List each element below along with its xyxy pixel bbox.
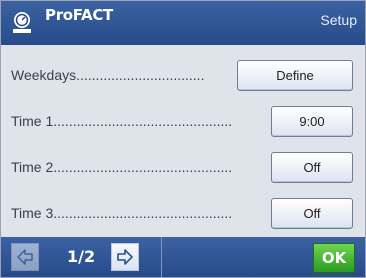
time2-button[interactable]: Off: [271, 152, 353, 183]
time3-button[interactable]: Off: [271, 198, 353, 229]
arrow-left-icon: [17, 249, 33, 265]
arrow-right-icon: [117, 249, 133, 265]
header-bar: ProFACT Setup: [1, 1, 365, 45]
footer-divider: [161, 237, 162, 277]
next-page-button[interactable]: [111, 243, 139, 271]
scale-icon: [13, 12, 31, 33]
time1-row: Time 1..................................…: [1, 99, 365, 145]
page-indicator: 1/2: [67, 247, 96, 266]
time3-label: Time 3..................................…: [11, 205, 231, 221]
footer-bar: 1/2 OK: [1, 237, 365, 277]
setup-screen: ProFACT Setup Weekdays..................…: [0, 0, 366, 278]
weekdays-row: Weekdays................................…: [1, 53, 365, 99]
time1-label: Time 1..................................…: [11, 113, 231, 129]
time2-label: Time 2..................................…: [11, 159, 231, 175]
time3-row: Time 3..................................…: [1, 191, 365, 237]
previous-page-button[interactable]: [11, 243, 39, 271]
ok-button[interactable]: OK: [313, 243, 355, 273]
weekdays-define-button[interactable]: Define: [237, 60, 353, 91]
time2-row: Time 2..................................…: [1, 145, 365, 191]
weekdays-label: Weekdays................................…: [11, 67, 205, 83]
section-title: Setup: [320, 12, 357, 28]
app-title: ProFACT: [45, 6, 113, 24]
time1-button[interactable]: 9:00: [271, 106, 353, 137]
